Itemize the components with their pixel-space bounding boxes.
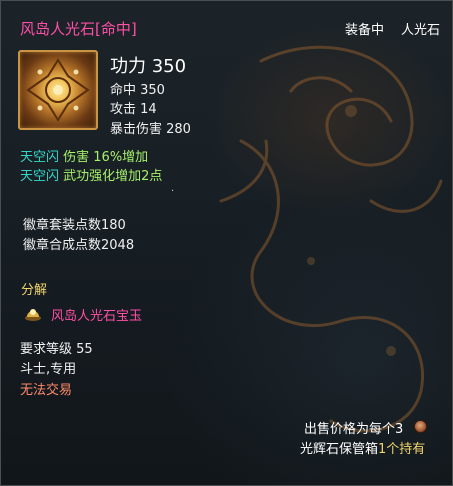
main-stat-power: 功力 350 [110,56,187,77]
storage-hold-count: 1个持有 [378,442,426,457]
trade-restriction: 无法交易 [20,383,73,398]
emblem-set-points: 徽章套装点数180 [23,218,126,233]
emblem-synth-points: 徽章合成点数2048 [23,238,135,253]
effect-skill-name: 天空闪 [20,169,60,184]
storage-info: 光辉石保管箱1个持有 [300,438,425,457]
storage-label: 光辉石保管箱 [300,442,379,457]
dragon-background-art [219,45,443,433]
skill-effect-2: 天空闪 武功强化增加2点 [20,165,162,184]
item-tooltip: 风岛人光石[命中] 装备中 人光石 功力 350 命中 350 攻击 14 暴击… [0,0,453,486]
gem-ornament-graphic [26,58,90,122]
effect-description: 伤害 16%增加 [63,150,149,165]
gold-ornament-gem-icon[interactable] [18,50,98,130]
disassemble-result-item[interactable]: 风岛人光石宝玉 [51,305,142,324]
item-type-label: 人光石 [401,23,441,38]
equip-state-label: 装备中 [345,23,385,38]
copper-coin-icon [414,420,427,433]
stat-accuracy: 命中 350 [110,83,165,98]
skill-effect-1: 天空闪 伤害 16%增加 [20,146,148,165]
class-restriction: 斗士,专用 [20,362,77,377]
sell-price: 出售价格为每个3 [304,422,404,437]
effect-skill-name: 天空闪 [20,150,60,165]
disassemble-header: 分解 [21,283,48,298]
item-name: 风岛人光石[命中] [20,20,137,38]
required-level: 要求等级 55 [20,342,93,357]
effect-description: 武功强化增加2点 [63,169,163,184]
stat-attack: 攻击 14 [110,102,157,117]
stat-crit-damage: 暴击伤害 280 [110,122,191,137]
treasure-jade-icon [23,303,43,323]
separator-dot: · [171,186,175,197]
